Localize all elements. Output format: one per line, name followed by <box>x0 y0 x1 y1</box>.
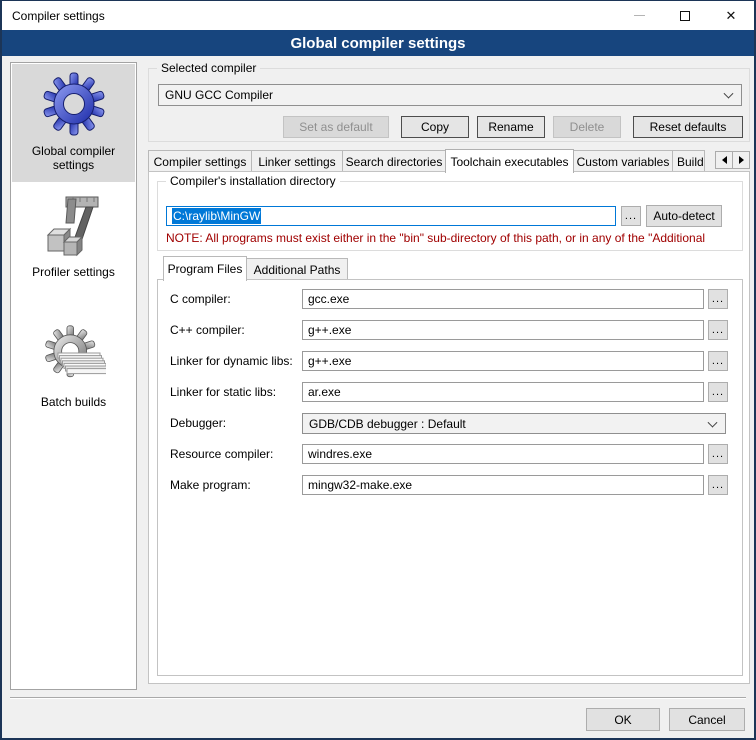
resource-compiler-row: Resource compiler: ... <box>158 444 742 466</box>
selected-compiler-combobox[interactable]: GNU GCC Compiler <box>158 84 742 106</box>
installation-directory-browse-button[interactable]: ... <box>621 206 641 226</box>
gray-gear-stack-icon <box>42 323 106 387</box>
c-compiler-row: C compiler: ... <box>158 289 742 311</box>
cpp-compiler-input[interactable] <box>302 320 704 340</box>
make-program-browse-button[interactable]: ... <box>708 475 728 495</box>
c-compiler-browse-button[interactable]: ... <box>708 289 728 309</box>
installation-directory-group-label: Compiler's installation directory <box>166 174 340 188</box>
static-linker-input[interactable] <box>302 382 704 402</box>
tab-compiler-settings[interactable]: Compiler settings <box>148 150 252 172</box>
tab-linker-settings[interactable]: Linker settings <box>251 150 343 172</box>
close-icon: ✕ <box>726 9 737 22</box>
copy-button[interactable]: Copy <box>401 116 469 138</box>
program-files-subtabbar: Program Files Additional Paths <box>163 254 347 280</box>
cpp-compiler-label: C++ compiler: <box>170 320 245 340</box>
dialog-body: Global compiler settings <box>2 56 754 740</box>
make-program-row: Make program: ... <box>158 475 742 497</box>
selected-compiler-group: Selected compiler GNU GCC Compiler Set a… <box>148 68 750 142</box>
arrow-right-icon <box>739 156 744 164</box>
toolchain-executables-page: Compiler's installation directory C:\ray… <box>148 171 750 684</box>
installation-directory-group: Compiler's installation directory C:\ray… <box>157 181 743 251</box>
compiler-settings-window: Compiler settings ✕ Global compiler sett… <box>0 0 756 740</box>
static-linker-browse-button[interactable]: ... <box>708 382 728 402</box>
tab-scroll-arrows <box>716 151 750 169</box>
subtab-program-files[interactable]: Program Files <box>163 256 247 281</box>
selected-compiler-group-label: Selected compiler <box>157 61 260 75</box>
minimize-button[interactable] <box>616 1 662 30</box>
dynamic-linker-label: Linker for dynamic libs: <box>170 351 293 371</box>
make-program-input[interactable] <box>302 475 704 495</box>
maximize-button[interactable] <box>662 1 708 30</box>
sidebar-item-profiler-settings[interactable]: Profiler settings <box>12 185 135 295</box>
cpp-compiler-browse-button[interactable]: ... <box>708 320 728 340</box>
tab-scroll-left-button[interactable] <box>715 151 733 169</box>
minimize-icon <box>634 15 645 16</box>
ok-button[interactable]: OK <box>586 708 660 731</box>
tab-custom-variables[interactable]: Custom variables <box>573 150 673 172</box>
tab-scroll-right-button[interactable] <box>732 151 750 169</box>
dynamic-linker-row: Linker for dynamic libs: ... <box>158 351 742 373</box>
tab-search-directories[interactable]: Search directories <box>342 150 446 172</box>
chevron-down-icon <box>724 89 734 99</box>
auto-detect-button[interactable]: Auto-detect <box>646 205 722 227</box>
dynamic-linker-input[interactable] <box>302 351 704 371</box>
sidebar-item-label: Global compiler settings <box>12 144 135 172</box>
debugger-combobox[interactable]: GDB/CDB debugger : Default <box>302 413 726 434</box>
delete-button[interactable]: Delete <box>553 116 621 138</box>
resource-compiler-input[interactable] <box>302 444 704 464</box>
c-compiler-label: C compiler: <box>170 289 231 309</box>
debugger-label: Debugger: <box>170 413 226 433</box>
sidebar-item-label: Profiler settings <box>12 265 135 279</box>
installation-directory-input[interactable]: C:\raylib\MinGW <box>166 206 616 226</box>
footer-separator <box>10 697 746 699</box>
sidebar-item-batch-builds[interactable]: Batch builds <box>12 315 135 415</box>
sidebar-item-global-compiler-settings[interactable]: Global compiler settings <box>12 64 135 182</box>
close-button[interactable]: ✕ <box>708 1 754 30</box>
c-compiler-input[interactable] <box>302 289 704 309</box>
debugger-value: GDB/CDB debugger : Default <box>309 417 466 431</box>
subtab-additional-paths[interactable]: Additional Paths <box>246 258 348 280</box>
settings-tabbar: Compiler settings Linker settings Search… <box>148 148 750 172</box>
cancel-button[interactable]: Cancel <box>669 708 745 731</box>
chevron-down-icon <box>708 417 718 427</box>
page-title: Global compiler settings <box>2 30 754 56</box>
titlebar: Compiler settings ✕ <box>2 1 754 30</box>
cpp-compiler-row: C++ compiler: ... <box>158 320 742 342</box>
settings-category-list: Global compiler settings <box>10 62 137 690</box>
selected-compiler-value: GNU GCC Compiler <box>165 88 273 102</box>
caliper-icon <box>42 193 106 257</box>
tab-toolchain-executables[interactable]: Toolchain executables <box>445 149 574 173</box>
caption-buttons: ✕ <box>616 1 754 30</box>
maximize-icon <box>680 11 690 21</box>
static-linker-row: Linker for static libs: ... <box>158 382 742 404</box>
dynamic-linker-browse-button[interactable]: ... <box>708 351 728 371</box>
program-files-subpage: C compiler: ... C++ compiler: ... Linker… <box>157 279 743 676</box>
installation-directory-value: C:\raylib\MinGW <box>172 208 261 224</box>
sidebar-item-label: Batch builds <box>12 395 135 409</box>
tab-build-clipped[interactable]: Build <box>672 150 705 172</box>
make-program-label: Make program: <box>170 475 251 495</box>
resource-compiler-browse-button[interactable]: ... <box>708 444 728 464</box>
reset-defaults-button[interactable]: Reset defaults <box>633 116 743 138</box>
set-as-default-button[interactable]: Set as default <box>283 116 389 138</box>
window-title: Compiler settings <box>2 9 105 23</box>
static-linker-label: Linker for static libs: <box>170 382 276 402</box>
debugger-row: Debugger: GDB/CDB debugger : Default <box>158 413 742 435</box>
installation-note: NOTE: All programs must exist either in … <box>166 231 750 245</box>
blue-gear-icon <box>42 72 106 136</box>
arrow-left-icon <box>722 156 727 164</box>
rename-button[interactable]: Rename <box>477 116 545 138</box>
resource-compiler-label: Resource compiler: <box>170 444 273 464</box>
